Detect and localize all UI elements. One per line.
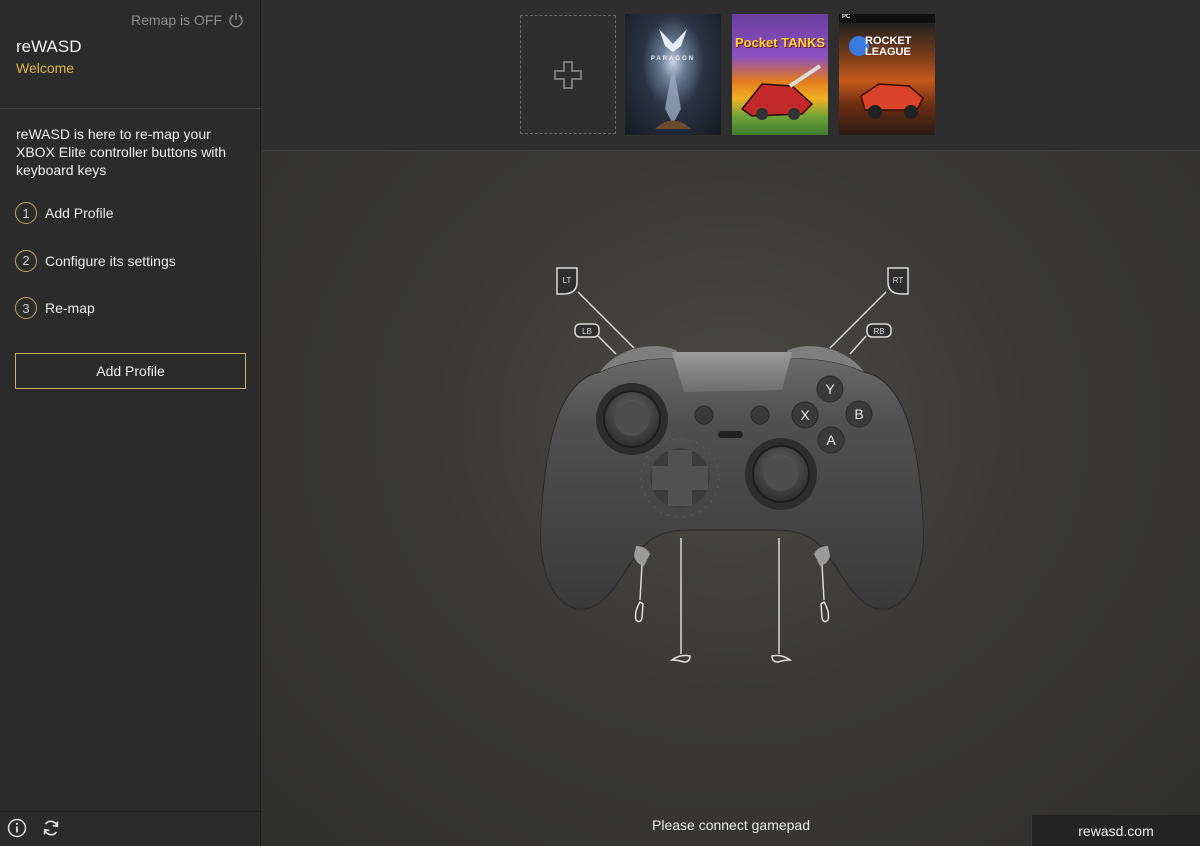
- paddle-marker-left-lower[interactable]: [669, 654, 691, 663]
- step-label: Add Profile: [45, 205, 114, 221]
- step-label: Configure its settings: [45, 252, 176, 269]
- paddle-marker-left-upper[interactable]: [634, 600, 644, 623]
- step-item: 2 Configure its settings: [15, 248, 250, 274]
- remap-toggle[interactable]: Remap is OFF: [131, 12, 244, 28]
- step-number: 2: [15, 249, 37, 272]
- divider: [0, 108, 261, 109]
- step-number: 1: [15, 202, 37, 224]
- paddle-markers: [634, 600, 830, 663]
- view-button[interactable]: [694, 405, 714, 425]
- a-button-label: A: [826, 432, 836, 448]
- lb-label: LB: [582, 327, 592, 336]
- intro-text: reWASD is here to re-map your XBOX Elite…: [16, 126, 227, 178]
- rb-label: RB: [873, 327, 884, 336]
- right-stick-cap: [764, 457, 798, 491]
- paddle-upper-left[interactable]: [634, 546, 650, 566]
- app-subtitle: Welcome: [16, 60, 75, 76]
- refresh-icon[interactable]: [41, 818, 61, 838]
- steps-list: 1 Add Profile 2 Configure its settings 3…: [15, 200, 250, 343]
- step-item: 1 Add Profile: [15, 200, 250, 226]
- x-button-label: X: [800, 407, 810, 423]
- controller-body: [540, 358, 924, 610]
- sidebar-footer: [7, 818, 61, 838]
- remap-status-label: Remap is OFF: [130, 12, 222, 28]
- left-stick-cap: [615, 402, 649, 436]
- add-profile-button[interactable]: Add Profile: [15, 353, 246, 389]
- step-label: Re-map: [45, 300, 95, 316]
- paddle-upper-right[interactable]: [814, 546, 830, 566]
- step-number: 3: [15, 297, 37, 319]
- paddle-marker-right-lower[interactable]: [771, 654, 793, 663]
- sidebar: Remap is OFF reWASD Welcome reWASD is he…: [0, 0, 261, 846]
- divider: [0, 811, 261, 812]
- info-icon[interactable]: [7, 818, 27, 838]
- lt-label: LT: [563, 276, 572, 285]
- rt-label: RT: [893, 276, 904, 285]
- share-slot: [718, 431, 743, 438]
- top-panel: [672, 352, 792, 392]
- b-button-label: B: [854, 406, 863, 422]
- y-button-label: Y: [825, 381, 835, 397]
- app-title: reWASD: [16, 37, 82, 56]
- gamepad-diagram: Y X B A LT LB RT RB: [540, 267, 924, 663]
- paddle-marker-right-upper[interactable]: [820, 600, 830, 623]
- step-item: 3 Re-map: [15, 295, 250, 321]
- power-icon[interactable]: [228, 12, 244, 28]
- menu-button[interactable]: [750, 405, 770, 425]
